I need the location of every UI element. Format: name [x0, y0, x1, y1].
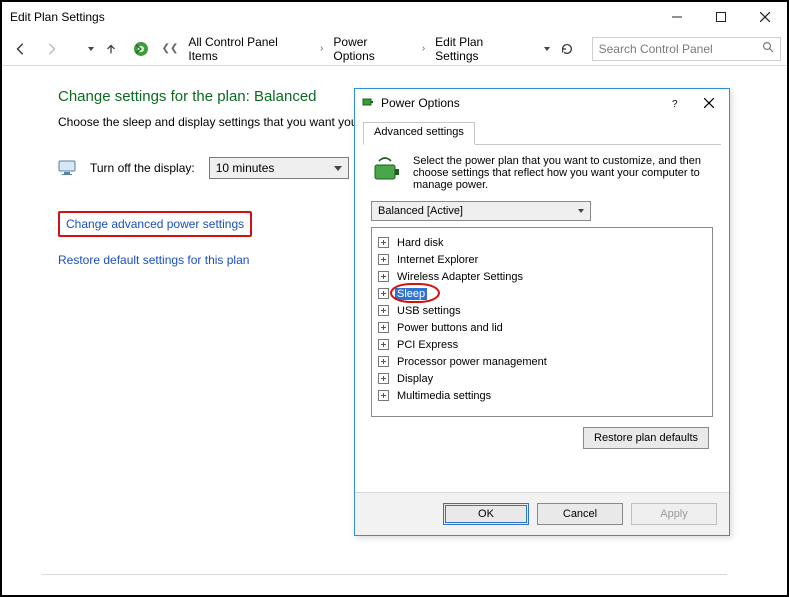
dialog-titlebar: Power Options ?: [355, 89, 729, 117]
expand-icon[interactable]: [378, 305, 389, 316]
tree-item-internet-explorer[interactable]: Internet Explorer: [378, 251, 706, 268]
tab-advanced-settings[interactable]: Advanced settings: [363, 122, 475, 145]
apply-button[interactable]: Apply: [631, 503, 717, 525]
tree-item-label: Multimedia settings: [395, 390, 493, 402]
chevron-down-icon: [578, 209, 584, 213]
chevron-down-icon: [334, 166, 342, 171]
back-button[interactable]: [8, 36, 34, 62]
battery-icon: [371, 155, 403, 187]
tree-item-multimedia-settings[interactable]: Multimedia settings: [378, 387, 706, 404]
dialog-title: Power Options: [381, 96, 460, 110]
refresh-button[interactable]: [556, 38, 578, 60]
expand-icon[interactable]: [378, 237, 389, 248]
plan-select[interactable]: Balanced [Active]: [371, 201, 591, 221]
tree-item-label: PCI Express: [395, 339, 460, 351]
forward-button[interactable]: [38, 36, 64, 62]
tree-item-power-buttons-and-lid[interactable]: Power buttons and lid: [378, 319, 706, 336]
tree-item-label: Processor power management: [395, 356, 549, 368]
address-bar: ❮❮ All Control Panel Items › Power Optio…: [2, 32, 787, 66]
svg-text:?: ?: [672, 99, 678, 108]
titlebar: Edit Plan Settings: [2, 2, 787, 32]
expand-icon[interactable]: [378, 271, 389, 282]
tree-item-label: Sleep: [395, 288, 427, 300]
footer-divider: [42, 574, 727, 575]
dialog-footer: OK Cancel Apply: [355, 492, 729, 535]
address-dropdown[interactable]: [536, 39, 550, 59]
ok-button[interactable]: OK: [443, 503, 529, 525]
tree-item-label: Internet Explorer: [395, 254, 480, 266]
window-title: Edit Plan Settings: [10, 10, 105, 24]
tree-item-label: Wireless Adapter Settings: [395, 271, 525, 283]
tree-item-label: Power buttons and lid: [395, 322, 505, 334]
plan-selected: Balanced [Active]: [378, 205, 463, 217]
breadcrumb-chevron[interactable]: ›: [316, 43, 327, 54]
cancel-button[interactable]: Cancel: [537, 503, 623, 525]
breadcrumb-0[interactable]: All Control Panel Items: [186, 33, 312, 65]
display-off-label: Turn off the display:: [90, 161, 195, 175]
battery-small-icon: [361, 95, 375, 112]
maximize-button[interactable]: [699, 3, 743, 31]
breadcrumb-separator: ❮❮: [158, 43, 183, 54]
dialog-intro-text: Select the power plan that you want to c…: [413, 155, 713, 191]
tree-item-label: Display: [395, 373, 435, 385]
dialog-help-button[interactable]: ?: [661, 93, 689, 113]
dialog-intro: Select the power plan that you want to c…: [371, 155, 713, 191]
breadcrumb-1[interactable]: Power Options: [331, 33, 413, 65]
tree-item-usb-settings[interactable]: USB settings: [378, 302, 706, 319]
expand-icon[interactable]: [378, 373, 389, 384]
tree-item-label: USB settings: [395, 305, 463, 317]
tree-item-label: Hard disk: [395, 237, 445, 249]
power-options-dialog: Power Options ? Advanced settings Select…: [354, 88, 730, 536]
expand-icon[interactable]: [378, 322, 389, 333]
breadcrumb-chevron[interactable]: ›: [418, 43, 429, 54]
settings-tree[interactable]: Hard disk Internet Explorer Wireless Adapt…: [371, 227, 713, 417]
recent-dropdown[interactable]: [68, 36, 94, 62]
tree-item-display[interactable]: Display: [378, 370, 706, 387]
minimize-button[interactable]: [655, 3, 699, 31]
expand-icon[interactable]: [378, 339, 389, 350]
expand-icon[interactable]: [378, 288, 389, 299]
display-off-value: 10 minutes: [216, 161, 275, 175]
restore-plan-defaults-button[interactable]: Restore plan defaults: [583, 427, 709, 449]
tree-item-wireless-adapter-settings[interactable]: Wireless Adapter Settings: [378, 268, 706, 285]
close-button[interactable]: [743, 3, 787, 31]
up-button[interactable]: [98, 36, 124, 62]
expand-icon[interactable]: [378, 356, 389, 367]
tree-item-pci-express[interactable]: PCI Express: [378, 336, 706, 353]
link-advanced-power-settings[interactable]: Change advanced power settings: [58, 211, 252, 237]
monitor-icon: [58, 160, 76, 176]
display-off-select[interactable]: 10 minutes: [209, 157, 349, 179]
control-panel-icon: [132, 40, 150, 58]
tree-item-processor-power-management[interactable]: Processor power management: [378, 353, 706, 370]
search-input[interactable]: Search Control Panel: [592, 37, 781, 61]
search-placeholder: Search Control Panel: [599, 42, 713, 56]
dialog-tabstrip: Advanced settings: [363, 121, 721, 145]
breadcrumb-2[interactable]: Edit Plan Settings: [433, 33, 531, 65]
search-icon: [762, 41, 774, 56]
expand-icon[interactable]: [378, 254, 389, 265]
tree-item-hard-disk[interactable]: Hard disk: [378, 234, 706, 251]
expand-icon[interactable]: [378, 390, 389, 401]
dialog-close-button[interactable]: [695, 93, 723, 113]
tree-item-sleep[interactable]: Sleep: [378, 285, 706, 302]
